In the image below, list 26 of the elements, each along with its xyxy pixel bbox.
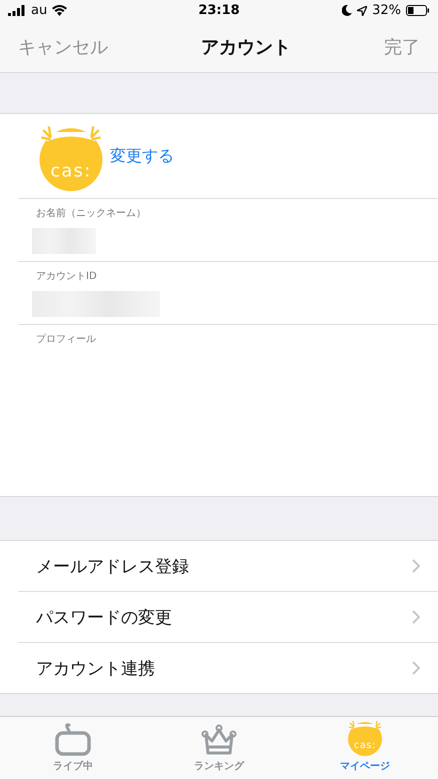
clock-time: 23:18 xyxy=(198,3,240,18)
field-label: プロフィール xyxy=(36,332,97,346)
chevron-right-icon xyxy=(412,610,420,624)
carrier-name: au xyxy=(31,3,48,18)
battery-icon xyxy=(406,5,430,16)
menu-item[interactable]: アカウント連携 xyxy=(36,656,155,680)
battery-percent: 32% xyxy=(372,3,402,18)
moon-icon xyxy=(342,5,352,16)
tab-button[interactable]: ランキング xyxy=(146,717,292,779)
chevron-right-icon xyxy=(412,559,420,573)
tab-button[interactable]: ライブ中 xyxy=(0,717,146,779)
tab-button[interactable]: cas: マイページ xyxy=(292,717,438,779)
signal-icon xyxy=(8,5,26,16)
wifi-icon xyxy=(52,5,68,16)
field-label: アカウントID xyxy=(36,270,98,283)
cancel-button[interactable]: キャンセル xyxy=(18,34,108,59)
screen-title: アカウント xyxy=(201,36,291,59)
tv-icon xyxy=(54,723,92,757)
done-button[interactable]: 完了 xyxy=(384,34,420,59)
field-label: お名前（ニックネーム） xyxy=(36,207,147,220)
menu-item[interactable]: パスワードの変更 xyxy=(36,606,172,628)
menu-item[interactable]: メールアドレス登録 xyxy=(36,554,189,578)
change-avatar-link[interactable]: 変更する xyxy=(110,146,174,166)
crown-icon xyxy=(200,723,238,757)
location-arrow-icon xyxy=(357,6,368,16)
chevron-right-icon xyxy=(412,661,420,675)
